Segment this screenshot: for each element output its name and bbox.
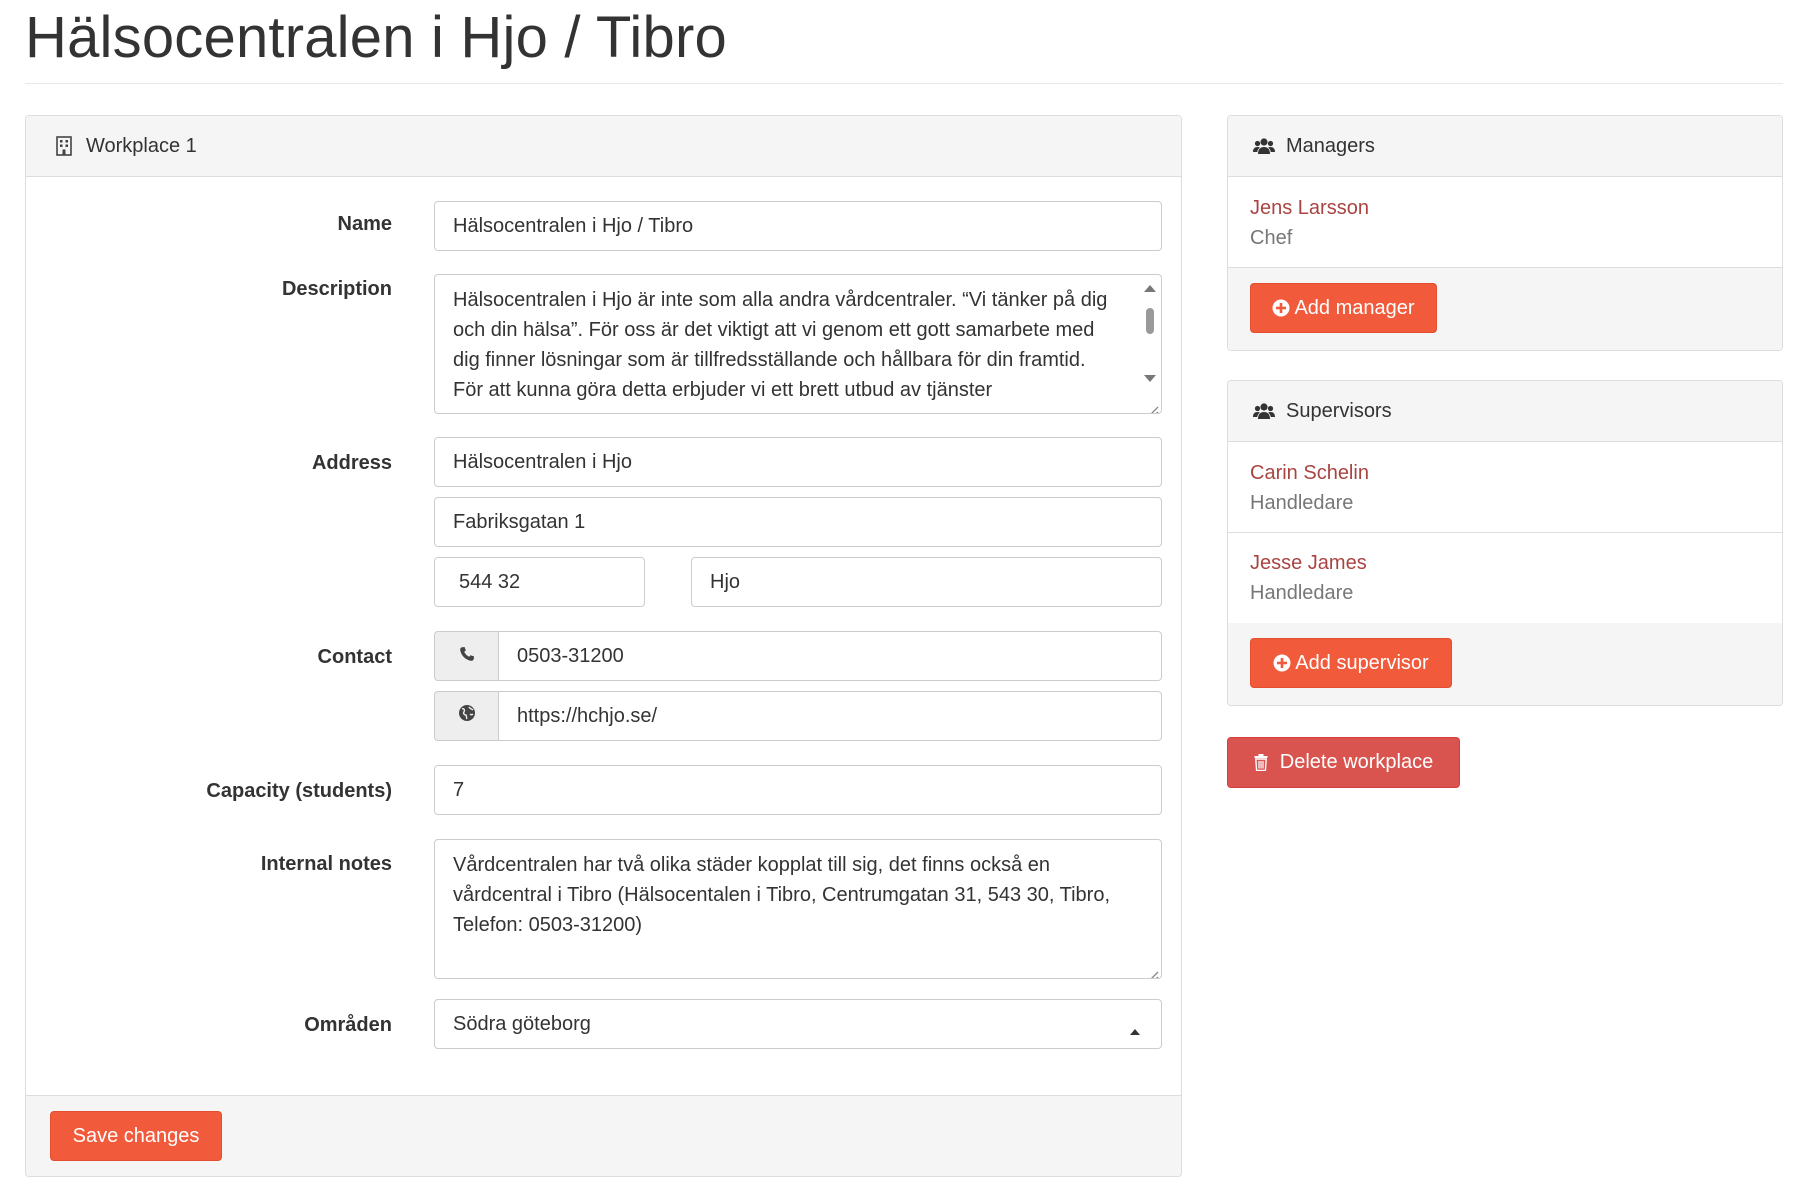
title-divider bbox=[25, 83, 1783, 84]
phone-icon bbox=[459, 645, 475, 668]
supervisor-role: Handledare bbox=[1250, 582, 1354, 604]
delete-workplace-button[interactable]: Delete workplace bbox=[1227, 737, 1460, 788]
manager-role: Chef bbox=[1250, 227, 1293, 249]
supervisors-panel-heading: Supervisors bbox=[1228, 381, 1782, 442]
workplace-heading-label: Workplace 1 bbox=[86, 134, 197, 157]
workplace-panel: Workplace 1 Name Hälsocentralen i Hjo / … bbox=[25, 115, 1182, 1177]
supervisors-footer: Add supervisor bbox=[1228, 623, 1782, 705]
supervisor-name[interactable]: Carin Schelin bbox=[1250, 462, 1369, 485]
areas-selected-value: Södra göteborg bbox=[453, 1012, 591, 1035]
plus-circle-icon bbox=[1272, 299, 1290, 317]
postal-code-input[interactable]: 544 32 bbox=[434, 557, 645, 607]
workplace-panel-footer: Save changes bbox=[26, 1095, 1181, 1176]
globe-icon bbox=[458, 704, 476, 728]
website-input[interactable]: https://hchjo.se/ bbox=[498, 691, 1162, 741]
resize-grip-icon[interactable] bbox=[1145, 962, 1159, 978]
address-line2-input[interactable]: Fabriksgatan 1 bbox=[434, 497, 1162, 547]
description-value: Hälsocentralen i Hjo är inte som alla an… bbox=[453, 289, 1108, 401]
notes-label: Internal notes bbox=[260, 853, 392, 875]
website-addon bbox=[434, 691, 498, 741]
managers-panel: Managers Jens Larsson Chef Add manager bbox=[1227, 115, 1783, 351]
postal-code-value: 544 32 bbox=[459, 570, 521, 593]
trash-icon bbox=[1254, 754, 1268, 771]
users-icon bbox=[1252, 134, 1276, 158]
add-supervisor-button[interactable]: Add supervisor bbox=[1250, 638, 1452, 688]
add-manager-label: Add manager bbox=[1294, 296, 1415, 319]
areas-select[interactable]: Södra göteborg bbox=[434, 999, 1162, 1049]
plus-circle-icon bbox=[1273, 654, 1291, 672]
save-changes-label: Save changes bbox=[72, 1124, 200, 1147]
contact-label: Contact bbox=[317, 646, 392, 668]
manager-name[interactable]: Jens Larsson bbox=[1250, 197, 1369, 220]
areas-label: Områden bbox=[304, 1014, 392, 1036]
page-title: Hälsocentralen i Hjo / Tibro bbox=[25, 5, 727, 70]
caret-up-icon bbox=[1129, 1019, 1141, 1042]
users-icon bbox=[1252, 399, 1276, 423]
city-value: Hjo bbox=[710, 570, 741, 593]
address-line1-value: Hälsocentralen i Hjo bbox=[453, 450, 632, 473]
description-scrollbar[interactable] bbox=[1143, 279, 1157, 391]
supervisor-name[interactable]: Jesse James bbox=[1250, 552, 1367, 575]
address-label: Address bbox=[311, 452, 392, 474]
notes-value: Vårdcentralen har två olika städer koppl… bbox=[453, 854, 1111, 936]
building-icon bbox=[52, 134, 76, 158]
description-textarea[interactable]: Hälsocentralen i Hjo är inte som alla an… bbox=[434, 274, 1162, 414]
capacity-value: 7 bbox=[453, 778, 465, 801]
name-label: Name bbox=[337, 213, 392, 235]
supervisor-list-item[interactable]: Carin Schelin Handledare bbox=[1228, 443, 1782, 533]
name-value: Hälsocentralen i Hjo / Tibro bbox=[453, 214, 694, 237]
add-supervisor-label: Add supervisor bbox=[1295, 651, 1429, 674]
description-label: Description bbox=[281, 278, 392, 300]
website-value: https://hchjo.se/ bbox=[517, 704, 658, 727]
delete-workplace-label: Delete workplace bbox=[1279, 751, 1434, 773]
managers-footer: Add manager bbox=[1228, 268, 1782, 350]
supervisors-heading-label: Supervisors bbox=[1286, 399, 1392, 422]
address-line2-value: Fabriksgatan 1 bbox=[453, 510, 586, 533]
managers-heading-label: Managers bbox=[1286, 134, 1375, 157]
workplace-panel-heading: Workplace 1 bbox=[26, 116, 1181, 177]
resize-grip-icon[interactable] bbox=[1145, 397, 1159, 413]
address-line1-input[interactable]: Hälsocentralen i Hjo bbox=[434, 437, 1162, 487]
phone-input[interactable]: 0503-31200 bbox=[498, 631, 1162, 681]
page: Hälsocentralen i Hjo / Tibro Workplace 1… bbox=[0, 0, 1797, 1193]
name-input[interactable]: Hälsocentralen i Hjo / Tibro bbox=[434, 201, 1162, 251]
supervisor-list-item[interactable]: Jesse James Handledare bbox=[1228, 533, 1782, 624]
city-input[interactable]: Hjo bbox=[691, 557, 1162, 607]
notes-textarea[interactable]: Vårdcentralen har två olika städer koppl… bbox=[434, 839, 1162, 979]
save-changes-button[interactable]: Save changes bbox=[50, 1111, 222, 1161]
supervisors-panel: Supervisors Carin Schelin Handledare Jes… bbox=[1227, 380, 1783, 706]
supervisor-role: Handledare bbox=[1250, 492, 1354, 514]
capacity-label: Capacity (students) bbox=[206, 780, 392, 802]
phone-value: 0503-31200 bbox=[517, 644, 624, 667]
managers-panel-heading: Managers bbox=[1228, 116, 1782, 177]
manager-list-item[interactable]: Jens Larsson Chef bbox=[1228, 178, 1782, 268]
phone-addon bbox=[434, 631, 498, 681]
capacity-input[interactable]: 7 bbox=[434, 765, 1162, 815]
add-manager-button[interactable]: Add manager bbox=[1250, 283, 1437, 333]
